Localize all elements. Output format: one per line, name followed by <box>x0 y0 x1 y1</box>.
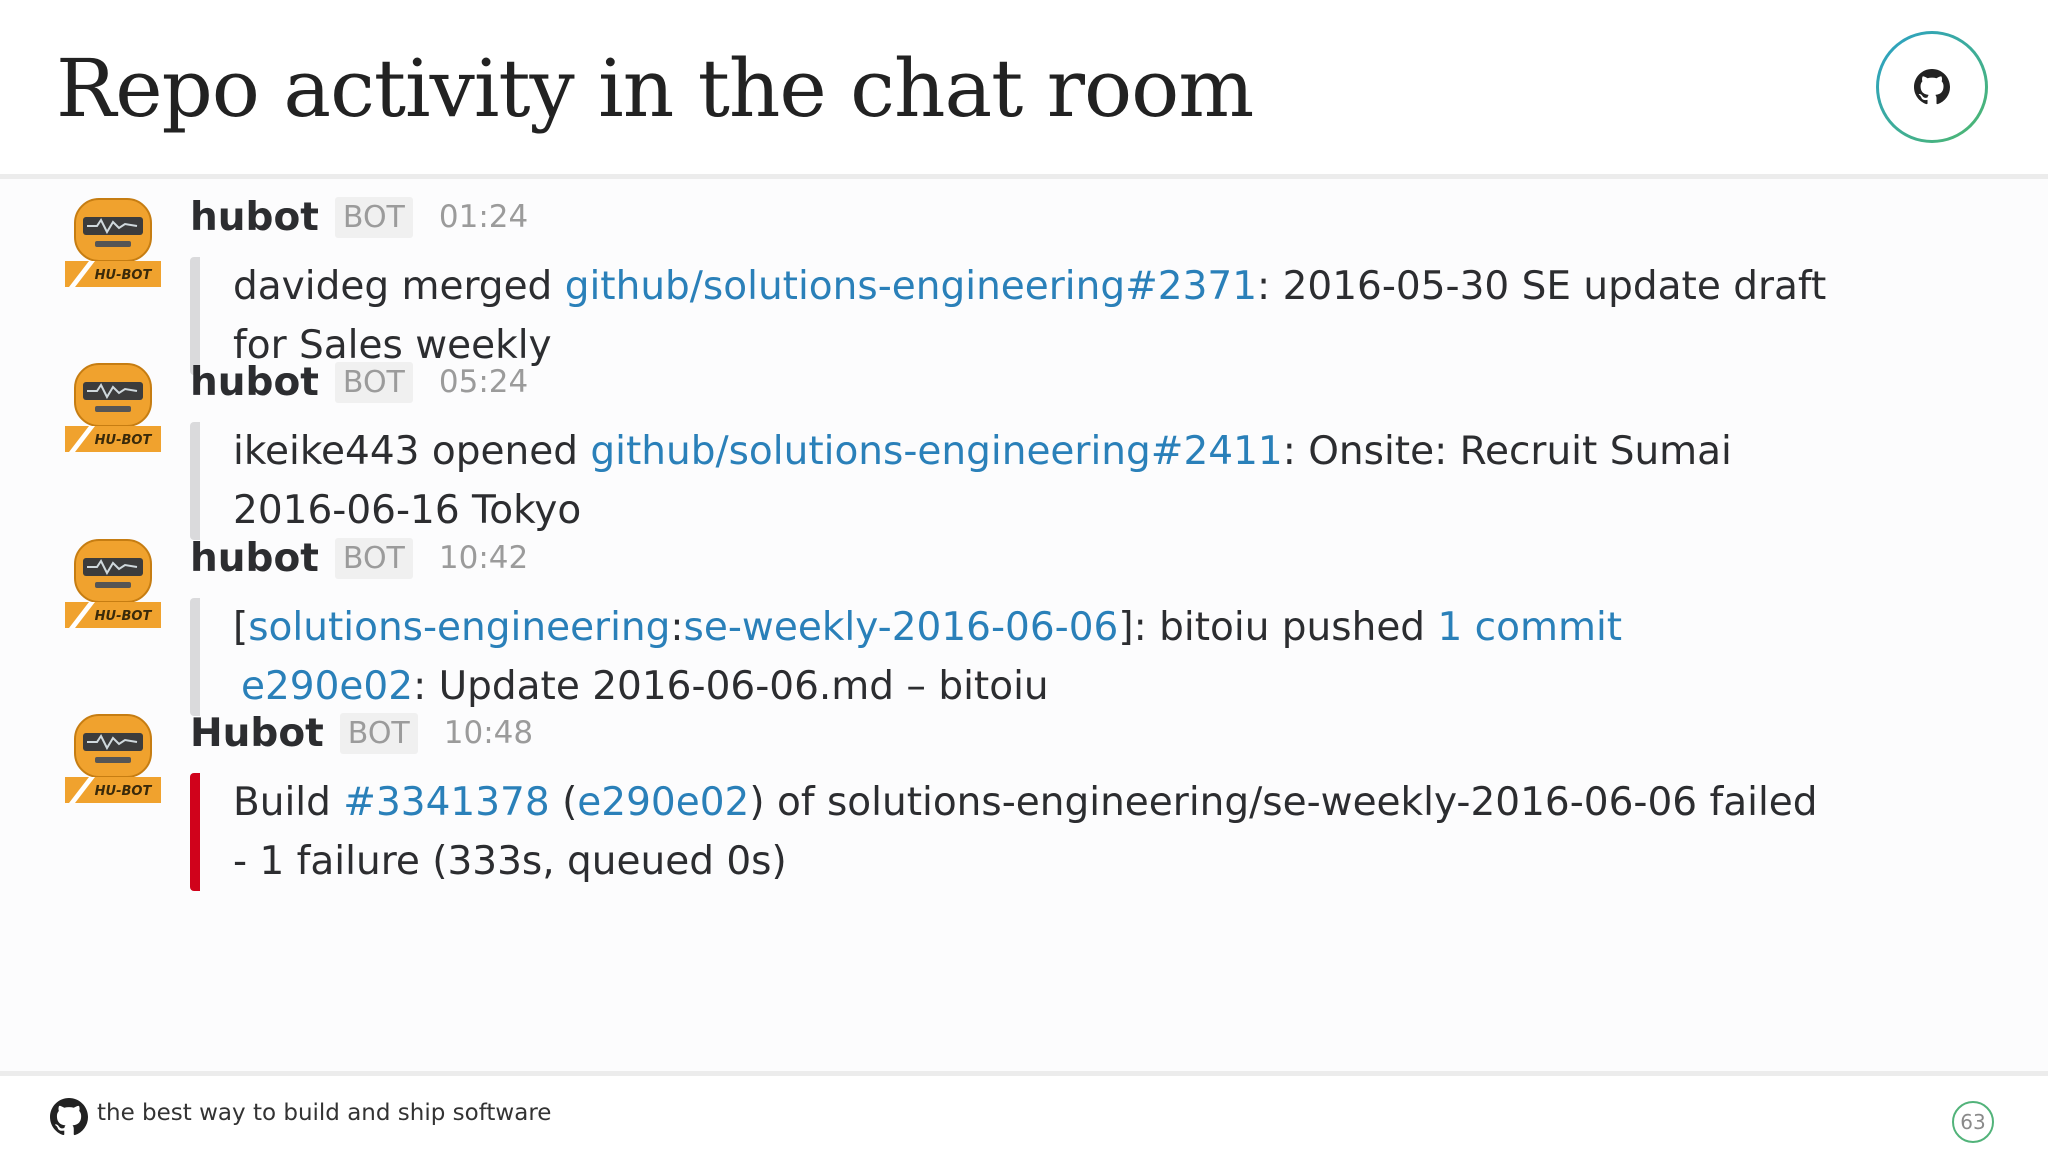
branch-link[interactable]: se-weekly-2016-06-06 <box>684 605 1119 650</box>
message-text: ]: bitoiu pushed <box>1118 605 1438 650</box>
message-attachment: [solutions-engineering:se-weekly-2016-06… <box>190 598 1833 716</box>
bot-badge: BOT <box>334 196 413 238</box>
message-author[interactable]: hubot <box>190 195 319 240</box>
build-failure-attachment: Build #3341378 (e290e02) of solutions-en… <box>190 773 1833 891</box>
message-text: [ <box>233 605 249 650</box>
message-timestamp[interactable]: 10:48 <box>444 715 533 751</box>
bot-badge: BOT <box>334 361 413 403</box>
bot-badge: BOT <box>334 537 413 579</box>
message-text: ikeike443 opened <box>233 429 591 474</box>
slide-footer: the best way to build and ship software … <box>0 1071 2048 1152</box>
github-octocat-icon <box>50 1098 88 1136</box>
issue-link[interactable]: github/solutions-engineering#2411 <box>590 429 1282 474</box>
message-text: ( <box>549 780 578 825</box>
push-summary-line: [solutions-engineering:se-weekly-2016-06… <box>233 598 1833 657</box>
github-octocat-icon <box>1914 69 1950 105</box>
hubot-avatar: HU-BOT <box>65 714 161 803</box>
message-timestamp[interactable]: 10:42 <box>439 540 528 576</box>
avatar-label: HU-BOT <box>95 268 153 283</box>
avatar-label: HU-BOT <box>95 784 153 799</box>
message-timestamp[interactable]: 05:24 <box>439 364 528 400</box>
hubot-avatar: HU-BOT <box>65 198 161 287</box>
commit-sha-link[interactable]: e290e02 <box>241 664 413 709</box>
message-timestamp[interactable]: 01:24 <box>439 199 528 235</box>
footer-tagline: the best way to build and ship software <box>97 1100 552 1126</box>
build-link[interactable]: #3341378 <box>343 780 549 825</box>
repository-link[interactable]: solutions-engineering <box>248 605 670 650</box>
hubot-avatar: HU-BOT <box>65 539 161 628</box>
hubot-avatar: HU-BOT <box>65 363 161 452</box>
message-text: Build <box>233 780 344 825</box>
commit-count-link[interactable]: 1 commit <box>1437 605 1622 650</box>
avatar-label: HU-BOT <box>95 433 153 448</box>
message-author[interactable]: hubot <box>190 536 319 581</box>
chat-transcript: HU-BOT hubot BOT 01:24 davideg merged gi… <box>0 179 2048 1071</box>
message-attachment: ikeike443 opened github/solutions-engine… <box>190 422 1833 540</box>
pull-request-link[interactable]: github/solutions-engineering#2371 <box>565 264 1257 309</box>
message-text: : <box>670 605 684 650</box>
slide-page-number: 63 <box>1952 1101 1994 1143</box>
avatar-label: HU-BOT <box>95 609 153 624</box>
message-author[interactable]: hubot <box>190 360 319 405</box>
slide-title: Repo activity in the chat room <box>56 42 1254 135</box>
commit-sha-link[interactable]: e290e02 <box>577 780 749 825</box>
message-text: davideg merged <box>233 264 565 309</box>
message-author[interactable]: Hubot <box>190 711 324 756</box>
message-text: : Update 2016-06-06.md – bitoiu <box>413 664 1049 709</box>
github-logo-badge <box>1876 31 1988 143</box>
bot-badge: BOT <box>339 712 418 754</box>
